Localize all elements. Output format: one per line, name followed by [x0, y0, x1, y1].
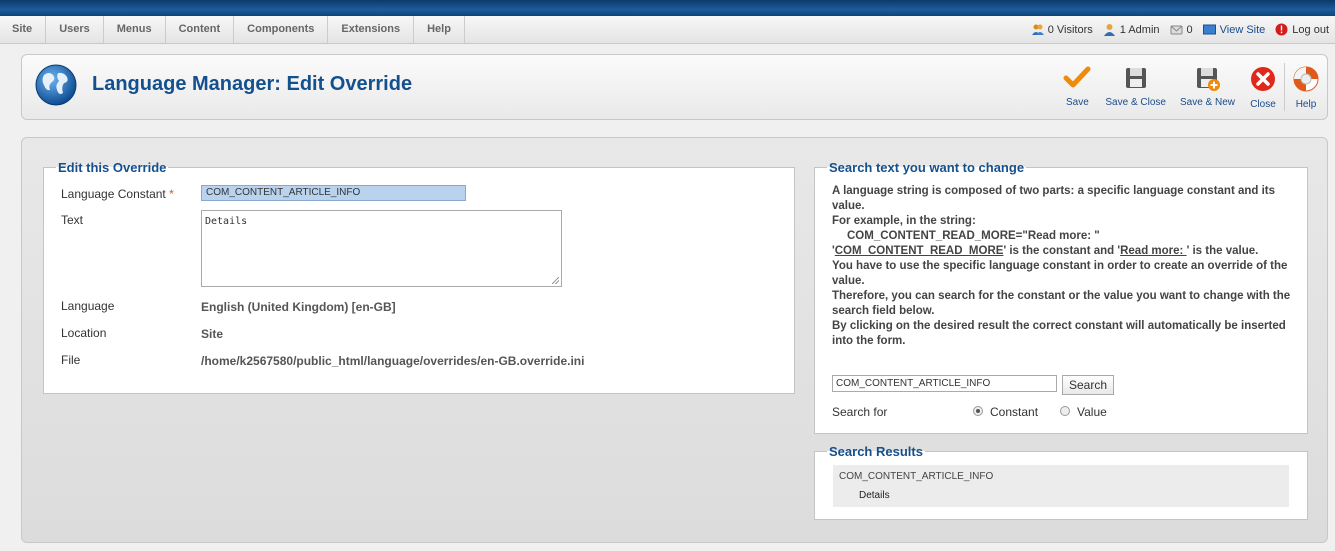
save-close-label: Save & Close — [1105, 97, 1166, 108]
value-radio-label[interactable]: Value — [1077, 405, 1107, 419]
language-globe-icon — [35, 64, 77, 106]
language-value: English (United Kingdom) [en-GB] — [201, 300, 396, 314]
logout-link[interactable]: Log out — [1275, 23, 1329, 36]
messages-count: 0 — [1186, 23, 1193, 36]
menu-extensions[interactable]: Extensions — [328, 16, 415, 43]
text-value: Details — [205, 216, 248, 227]
constant-radio-label[interactable]: Constant — [990, 405, 1038, 419]
search-input[interactable]: COM_CONTENT_ARTICLE_INFO — [832, 375, 1057, 392]
menu-help[interactable]: Help — [414, 16, 465, 43]
edit-override-legend: Edit this Override — [58, 160, 167, 175]
search-result-item[interactable]: COM_CONTENT_ARTICLE_INFO Details — [833, 465, 1289, 507]
save-button[interactable]: Save — [1056, 55, 1098, 119]
toolbar: Save Save & Close Save & New Close Help — [1056, 55, 1327, 119]
result-value: Details — [859, 490, 890, 501]
help-example: COM_CONTENT_READ_MORE="Read more: " — [847, 230, 1100, 242]
messages-status[interactable]: 0 — [1170, 23, 1193, 36]
search-results-legend: Search Results — [829, 444, 923, 459]
help-button[interactable]: Help — [1285, 55, 1327, 119]
file-label: File — [61, 353, 81, 367]
search-text-fieldset: Search text you want to change A languag… — [814, 160, 1308, 434]
save-new-button[interactable]: Save & New — [1173, 55, 1242, 119]
value-example-link: Read more: — [1120, 245, 1187, 257]
search-help-text: A language string is composed of two par… — [832, 184, 1292, 349]
constant-radio[interactable] — [973, 406, 983, 416]
search-results-fieldset: Search Results COM_CONTENT_ARTICLE_INFO … — [814, 444, 1308, 520]
floppy-disk-icon — [1125, 68, 1146, 88]
checkmark-icon — [1063, 66, 1091, 88]
close-icon — [1251, 67, 1275, 91]
language-constant-input[interactable]: COM_CONTENT_ARTICLE_INFO — [201, 185, 466, 201]
help-line: By clicking on the desired result the co… — [832, 320, 1286, 347]
messages-icon — [1170, 25, 1183, 35]
admins-status: 1 Admin — [1103, 23, 1160, 36]
admins-count: 1 Admin — [1119, 23, 1160, 36]
monitor-icon — [1202, 24, 1216, 35]
main-panel: Edit this Override Language Constant * C… — [21, 137, 1328, 543]
help-line: Therefore, you can search for the consta… — [832, 290, 1291, 317]
text-textarea[interactable]: Details — [201, 210, 562, 287]
status-area: 0 Visitors 1 Admin 0 View Site Log out — [1021, 16, 1329, 43]
admin-user-icon — [1103, 24, 1115, 36]
visitors-status: 0 Visitors — [1031, 23, 1093, 36]
text-label: Text — [61, 213, 84, 227]
required-mark: * — [169, 187, 174, 201]
help-line: A language string is composed of two par… — [832, 185, 1276, 212]
admin-menubar: Site Users Menus Content Components Exte… — [0, 16, 1335, 44]
menu-components[interactable]: Components — [234, 16, 329, 43]
view-site-label[interactable]: View Site — [1220, 24, 1266, 36]
logout-label[interactable]: Log out — [1292, 24, 1329, 36]
logout-icon — [1275, 23, 1288, 36]
location-value: Site — [201, 327, 224, 341]
close-label: Close — [1250, 99, 1276, 110]
page-header: Language Manager: Edit Override Save Sav… — [21, 54, 1328, 120]
save-new-label: Save & New — [1179, 97, 1235, 108]
lifebuoy-icon — [1293, 66, 1319, 92]
help-line: You have to use the specific language co… — [832, 260, 1288, 287]
close-button[interactable]: Close — [1242, 55, 1284, 119]
menu-content[interactable]: Content — [166, 16, 235, 43]
main-menu: Site Users Menus Content Components Exte… — [12, 16, 465, 43]
edit-override-fieldset: Edit this Override Language Constant * C… — [43, 160, 795, 394]
view-site-link[interactable]: View Site — [1202, 23, 1266, 36]
menu-site[interactable]: Site — [12, 16, 47, 43]
menu-menus[interactable]: Menus — [104, 16, 166, 43]
save-label: Save — [1065, 97, 1089, 108]
language-label: Language — [61, 299, 115, 313]
help-label: Help — [1295, 99, 1317, 110]
location-label: Location — [61, 326, 107, 340]
help-line: For example, in the string: — [832, 215, 976, 227]
visitors-count: 0 Visitors — [1047, 23, 1093, 36]
page-title: Language Manager: Edit Override — [92, 73, 413, 95]
result-constant: COM_CONTENT_ARTICLE_INFO — [839, 471, 994, 482]
help-line-constant-value: 'COM_CONTENT_READ_MORE' is the constant … — [832, 245, 1259, 257]
floppy-disk-add-icon — [1197, 68, 1221, 91]
file-path-value: /home/k2567580/public_html/language/over… — [201, 354, 585, 368]
language-constant-label: Language Constant * — [61, 187, 174, 201]
search-text-legend: Search text you want to change — [829, 160, 1025, 175]
menu-users[interactable]: Users — [46, 16, 104, 43]
search-button[interactable]: Search — [1062, 375, 1115, 395]
resize-handle-icon[interactable] — [552, 277, 559, 284]
value-radio[interactable] — [1060, 406, 1070, 416]
top-bar — [0, 0, 1335, 16]
visitors-icon — [1031, 24, 1044, 35]
save-close-button[interactable]: Save & Close — [1098, 55, 1173, 119]
constant-example-link: COM_CONTENT_READ_MORE — [834, 245, 1004, 257]
search-for-label: Search for — [832, 405, 888, 419]
